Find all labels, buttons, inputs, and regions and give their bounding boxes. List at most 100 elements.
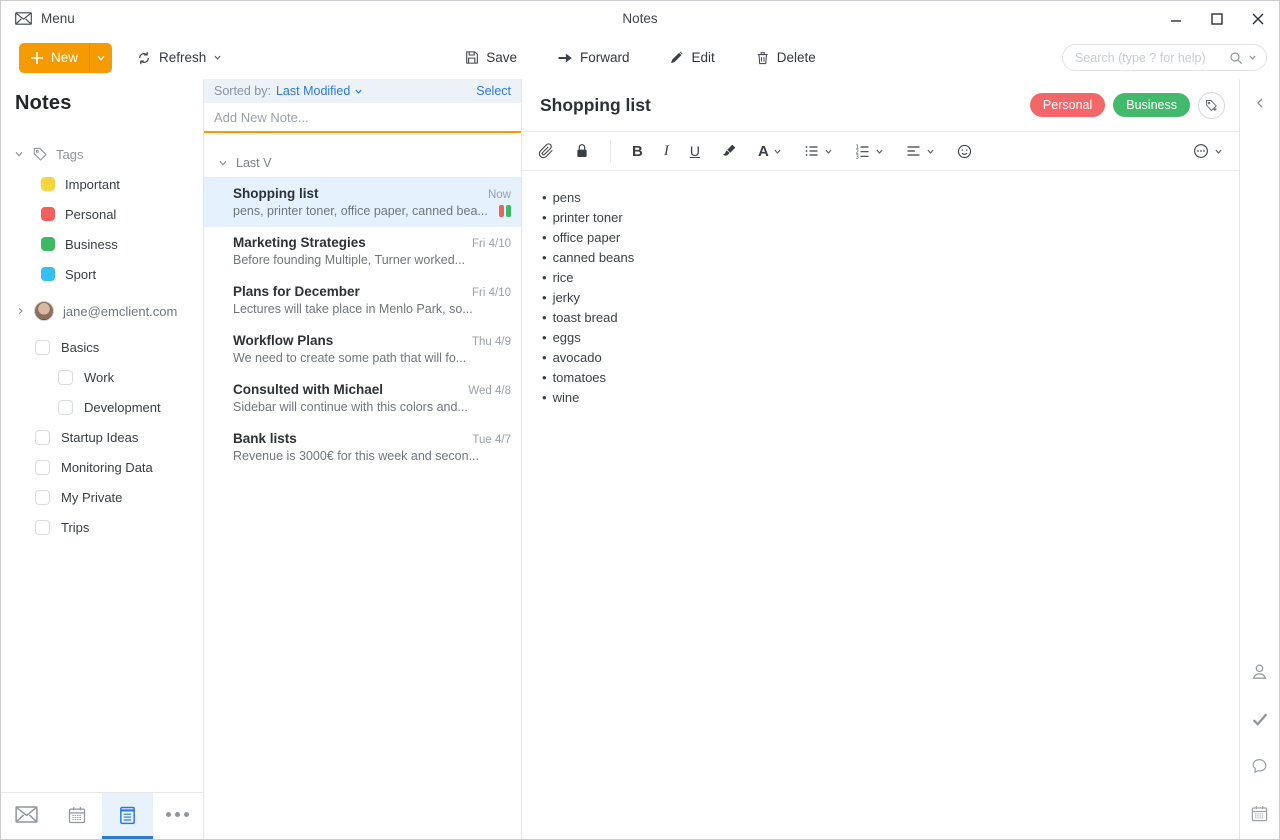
search-box[interactable] (1062, 44, 1267, 71)
save-button[interactable]: Save (464, 50, 517, 65)
close-button[interactable] (1251, 12, 1265, 26)
maximize-button[interactable] (1210, 12, 1224, 26)
note-list-item[interactable]: Shopping list Now pens, printer toner, o… (204, 178, 521, 227)
add-note-row[interactable] (204, 103, 521, 133)
tags-label: Tags (56, 147, 83, 162)
font-format-button[interactable]: A (758, 143, 782, 160)
folder-checkbox[interactable] (35, 490, 50, 505)
tag-pill-business[interactable]: Business (1113, 93, 1190, 117)
add-note-input[interactable] (204, 110, 521, 125)
folder-checkbox[interactable] (35, 430, 50, 445)
minimize-button[interactable] (1169, 12, 1183, 26)
sidebar-item-monitoring-data[interactable]: Monitoring Data (1, 452, 203, 482)
tag-icon (32, 146, 48, 162)
tag-bar (506, 205, 511, 217)
svg-text:3: 3 (855, 155, 858, 159)
new-dropdown-button[interactable] (90, 43, 112, 73)
note-title: Marketing Strategies (233, 235, 366, 250)
note-list-item[interactable]: Bank lists Tue 4/7 Revenue is 3000€ for … (204, 423, 521, 472)
chevron-down-icon (218, 158, 228, 168)
note-list-panel: Sorted by: Last Modified Select Last V S… (204, 79, 522, 839)
note-list-item[interactable]: Workflow Plans Thu 4/9 We need to create… (204, 325, 521, 374)
forward-button[interactable]: Forward (557, 50, 630, 65)
italic-button[interactable]: I (664, 143, 669, 160)
chat-icon[interactable] (1250, 757, 1269, 775)
new-button-main[interactable]: New (19, 43, 89, 73)
numbered-list-button[interactable]: 123 (854, 143, 884, 159)
sidebar-item-my-private[interactable]: My Private (1, 482, 203, 512)
agenda-calendar-icon[interactable] (1250, 804, 1269, 823)
lock-button[interactable] (575, 143, 589, 159)
sidebar-item-tag-personal[interactable]: Personal (1, 199, 203, 229)
folder-label: My Private (61, 490, 122, 505)
module-more[interactable] (153, 793, 204, 839)
search-input[interactable] (1075, 51, 1224, 65)
mail-icon (15, 806, 38, 823)
collapse-sidebar-button[interactable] (1255, 97, 1265, 109)
module-mail[interactable] (1, 793, 52, 839)
note-preview: pens, printer toner, office paper, canne… (233, 204, 488, 218)
sidebar-item-tags[interactable]: Tags (1, 139, 203, 169)
menu-label: Menu (41, 11, 75, 26)
tag-color-swatch (41, 237, 55, 251)
sidebar-item-tag-important[interactable]: Important (1, 169, 203, 199)
note-body[interactable]: •pens •printer toner •office paper •cann… (522, 171, 1239, 839)
refresh-label: Refresh (159, 50, 206, 65)
sidebar-item-account[interactable]: jane@emclient.com (1, 296, 203, 326)
module-notes[interactable] (102, 793, 153, 839)
bold-button[interactable]: B (632, 143, 643, 160)
pencil-icon (670, 50, 685, 65)
tag-label: Personal (65, 207, 116, 222)
new-button[interactable]: New (19, 43, 112, 73)
tag-pill-personal[interactable]: Personal (1030, 93, 1105, 117)
new-button-label: New (51, 50, 78, 65)
more-formatting-button[interactable] (1192, 142, 1223, 160)
app-window: Menu Notes New (0, 0, 1280, 840)
search-icon[interactable] (1228, 50, 1244, 66)
search-options-chevron-icon[interactable] (1248, 53, 1257, 62)
align-button[interactable] (905, 143, 935, 159)
note-list-item[interactable]: Consulted with Michael Wed 4/8 Sidebar w… (204, 374, 521, 423)
note-item-text: printer toner (553, 208, 623, 228)
sidebar-item-trips[interactable]: Trips (1, 512, 203, 542)
refresh-button[interactable]: Refresh (136, 50, 222, 66)
folder-checkbox[interactable] (35, 340, 50, 355)
underline-button[interactable]: U (690, 143, 700, 159)
sidebar-item-basics[interactable]: Basics (1, 332, 203, 362)
select-button[interactable]: Select (476, 84, 511, 98)
sort-value-dropdown[interactable]: Last Modified (276, 84, 363, 98)
note-title: Bank lists (233, 431, 297, 446)
chevron-right-icon[interactable] (16, 306, 25, 316)
folder-checkbox[interactable] (58, 370, 73, 385)
sidebar-item-work[interactable]: Work (1, 362, 203, 392)
add-tag-button[interactable] (1198, 92, 1225, 119)
note-list-item[interactable]: Marketing Strategies Fri 4/10 Before fou… (204, 227, 521, 276)
titlebar: Menu Notes (1, 1, 1279, 36)
contacts-icon[interactable] (1250, 662, 1269, 681)
list-group-header[interactable]: Last V (204, 149, 521, 178)
sidebar-item-tag-business[interactable]: Business (1, 229, 203, 259)
module-calendar[interactable] (52, 793, 103, 839)
tasks-check-icon[interactable] (1250, 710, 1270, 728)
note-detail-header: Shopping list Personal Business (522, 79, 1239, 131)
tag-color-swatch (41, 267, 55, 281)
note-date: Fri 4/10 (472, 287, 511, 299)
delete-button[interactable]: Delete (755, 50, 816, 66)
bullet-list-button[interactable] (803, 143, 833, 159)
attach-button[interactable] (538, 143, 554, 159)
menu-button[interactable]: Menu (15, 11, 75, 26)
emoji-button[interactable] (956, 143, 973, 160)
edit-button[interactable]: Edit (670, 50, 715, 65)
envelope-logo-icon (15, 12, 32, 25)
chevron-down-icon[interactable] (14, 149, 24, 159)
sidebar-item-development[interactable]: Development (1, 392, 203, 422)
folder-checkbox[interactable] (35, 520, 50, 535)
sidebar-item-tag-sport[interactable]: Sport (1, 259, 203, 289)
folder-checkbox[interactable] (35, 460, 50, 475)
sidebar-item-startup-ideas[interactable]: Startup Ideas (1, 422, 203, 452)
edit-label: Edit (692, 50, 715, 65)
right-strip-icons (1250, 662, 1270, 823)
folder-checkbox[interactable] (58, 400, 73, 415)
note-list-item[interactable]: Plans for December Fri 4/10 Lectures wil… (204, 276, 521, 325)
format-painter-button[interactable] (721, 143, 737, 159)
